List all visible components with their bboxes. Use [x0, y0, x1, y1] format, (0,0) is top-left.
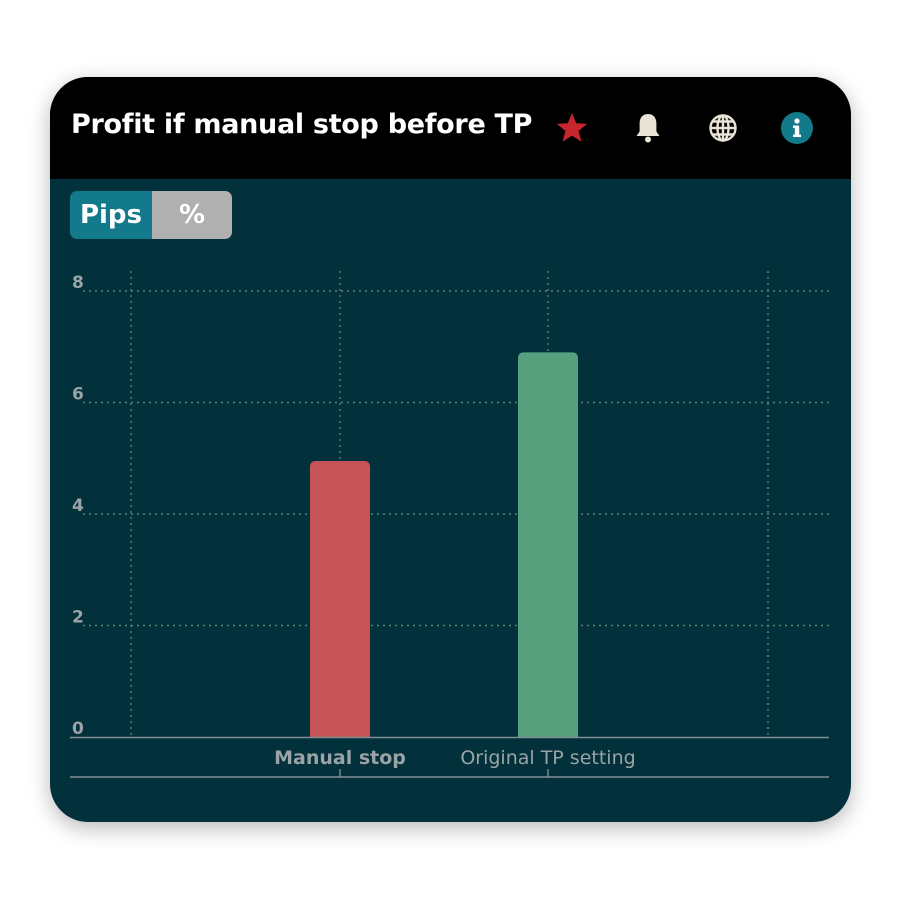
y-tick-label: 6: [72, 385, 84, 405]
bar-original-tp-setting: [518, 352, 578, 737]
x-tick-label: Manual stop: [274, 747, 406, 769]
y-tick-label: 0: [72, 719, 84, 739]
chart-card: Profit if manual stop before TP Pips % 0…: [50, 77, 851, 822]
bar-manual-stop: [310, 461, 370, 737]
y-tick-label: 4: [72, 496, 84, 516]
y-tick-label: 8: [72, 273, 84, 293]
bar-chart: 0 2 4 6 8 Manual stop Original TP setting: [70, 271, 829, 778]
y-tick-label: 2: [72, 608, 84, 628]
x-tick-label: Original TP setting: [460, 747, 635, 769]
